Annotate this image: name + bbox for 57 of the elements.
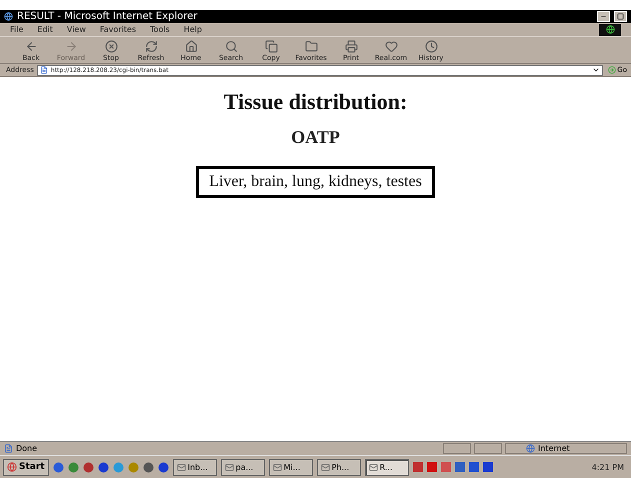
search-icon [224,40,238,53]
taskbar-button[interactable]: pa... [220,458,265,476]
taskbar-button[interactable]: Inb... [172,458,217,476]
globe-icon [526,444,535,453]
quick-launch-icon[interactable] [158,462,169,472]
taskbar-button[interactable]: R... [364,458,409,476]
envelope-icon [272,462,282,472]
status-pane [474,443,502,454]
menu-item[interactable]: Edit [37,25,53,34]
status-pane [443,443,471,454]
quick-launch-icon[interactable] [82,462,94,472]
menu-item[interactable]: File [10,25,24,34]
minimize-button[interactable] [597,11,610,22]
forward-arrow-icon [64,40,78,53]
menu-item[interactable]: Help [184,25,202,34]
page-subheading: OATP [291,127,340,148]
window-title: RESULT - Microsoft Internet Explorer [17,11,198,22]
start-button[interactable]: Start [3,458,49,476]
tray-icon[interactable] [454,462,465,472]
envelope-icon [368,462,378,472]
quick-launch-icon[interactable] [52,462,64,472]
menu-item[interactable]: Tools [150,25,170,34]
restore-icon [617,13,624,20]
globe-icon [4,12,13,21]
quick-launch-icon[interactable] [68,462,79,472]
quick-launch-icon[interactable] [142,462,154,472]
taskbar-button[interactable]: Mi... [268,458,313,476]
stop-icon [104,40,118,53]
envelope-icon [224,462,234,472]
envelope-icon [320,462,330,472]
zone-indicator: Internet [505,443,627,454]
restore-button[interactable] [614,11,627,22]
minimize-icon [600,13,607,20]
copy-icon [264,40,278,53]
tray-icon[interactable] [468,462,479,472]
answer-box: Liver, brain, lung, kidneys, testes [196,166,435,198]
tray-icon[interactable] [426,462,437,472]
envelope-icon [176,462,186,472]
refresh-icon [144,40,158,53]
tray-icon[interactable] [412,462,423,472]
page-icon [4,444,13,453]
quick-launch-icon[interactable] [98,462,109,472]
page-heading: Tissue distribution: [224,89,408,115]
tray-icon[interactable] [440,462,451,472]
folder-icon [304,40,318,53]
home-icon [184,40,198,53]
menu-item[interactable]: View [66,25,86,34]
clock-icon [424,40,438,53]
menu-item[interactable]: Favorites [100,25,136,34]
printer-icon [344,40,358,53]
tray-icon[interactable] [482,462,493,472]
clock: 4:21 PM [592,462,625,472]
back-arrow-icon [24,40,38,53]
page-icon [40,66,48,74]
status-text: Done [16,444,38,453]
taskbar-button[interactable]: Ph... [316,458,361,476]
heart-icon [384,40,398,53]
